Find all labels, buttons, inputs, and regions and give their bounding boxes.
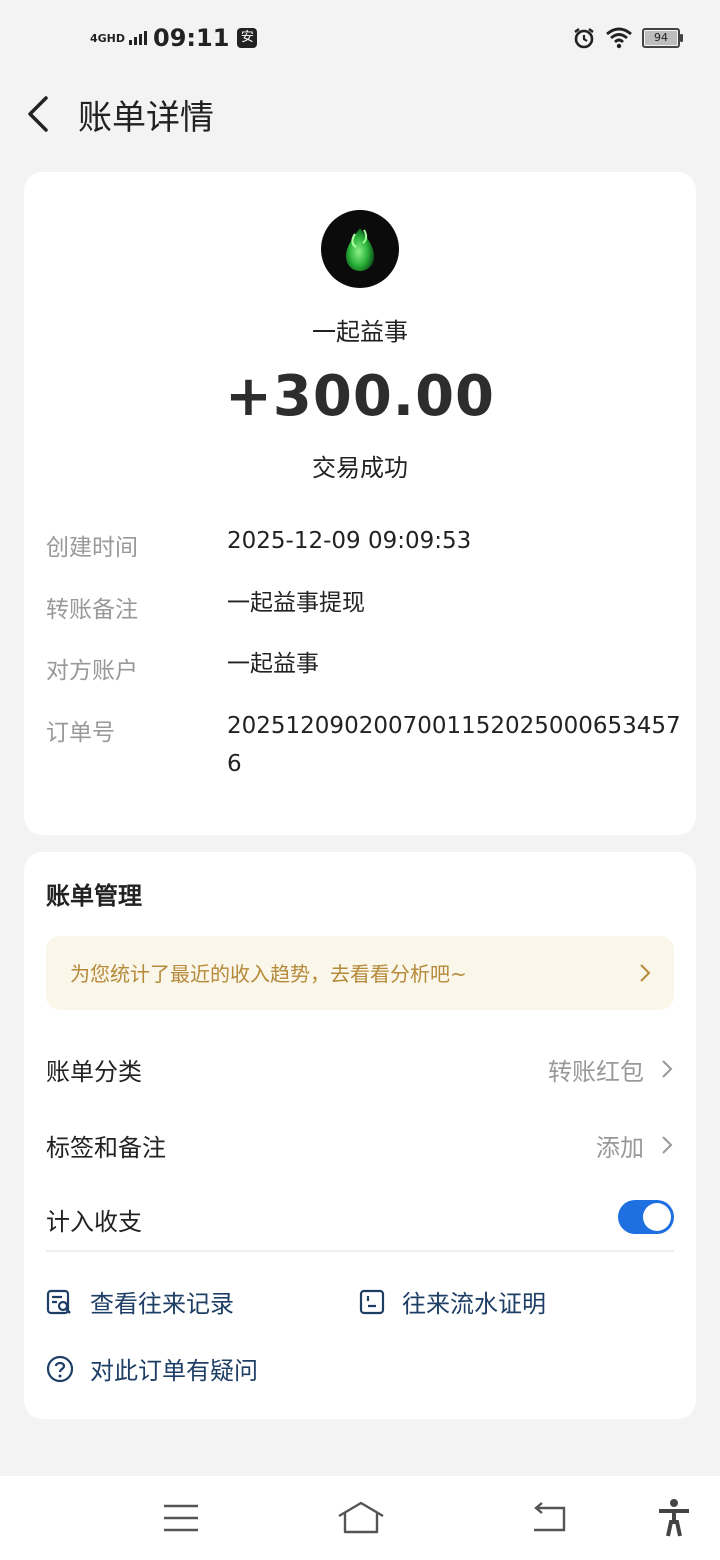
transaction-card: 一起益事 +300.00 交易成功 创建时间 2025-12-09 09:09:…	[24, 172, 696, 835]
battery-level: 94	[654, 31, 668, 44]
status-bar: 4GHD 09:11 安 94	[0, 0, 720, 80]
app-notification-icon: 安	[237, 28, 258, 48]
alarm-icon	[574, 28, 594, 49]
back-arrow-icon	[28, 96, 48, 132]
order-question-link[interactable]: 对此订单有疑问	[46, 1351, 258, 1386]
back-button[interactable]	[22, 92, 62, 136]
header: 账单详情	[0, 80, 720, 150]
document-icon	[359, 1289, 385, 1314]
statement-proof-link[interactable]: 往来流水证明	[358, 1284, 546, 1319]
transaction-status: 交易成功	[312, 454, 408, 482]
transaction-amount: +300.00	[224, 364, 496, 429]
return-icon	[534, 1502, 566, 1532]
income-trend-tip[interactable]: 为您统计了最近的收入趋势，去看看分析吧~	[46, 936, 674, 1010]
accessibility-button[interactable]	[656, 1498, 692, 1542]
tags-remarks-row[interactable]: 标签和备注 添加	[46, 1120, 674, 1170]
detail-label: 订单号	[46, 720, 115, 746]
bill-category-row[interactable]: 账单分类 转账红包	[46, 1044, 674, 1094]
detail-value: 一起益事	[227, 651, 319, 677]
merchant-logo-icon	[346, 228, 374, 271]
network-type: 4GHD	[90, 31, 126, 45]
chevron-right-icon	[662, 1136, 673, 1154]
include-in-balance-toggle[interactable]	[618, 1200, 674, 1234]
system-nav-bar	[0, 1476, 720, 1560]
tip-text: 为您统计了最近的收入趋势，去看看分析吧~	[70, 962, 467, 986]
menu-button[interactable]	[162, 1500, 200, 1540]
status-time: 09:11	[153, 24, 230, 52]
status-right: 94	[572, 26, 683, 50]
home-button[interactable]	[336, 1500, 386, 1540]
wifi-icon	[606, 27, 632, 49]
tags-remarks-label: 标签和备注	[46, 1134, 166, 1162]
chevron-right-icon	[662, 1060, 673, 1078]
bill-category-value: 转账红包	[548, 1058, 644, 1086]
tags-remarks-value: 添加	[596, 1134, 644, 1162]
bill-management-card: 账单管理 为您统计了最近的收入趋势，去看看分析吧~ 账单分类 转账红包 标签和备…	[24, 852, 696, 1419]
detail-label: 转账备注	[46, 597, 138, 623]
record-search-icon	[46, 1289, 71, 1314]
view-history-label: 查看往来记录	[90, 1290, 234, 1318]
order-question-label: 对此订单有疑问	[90, 1357, 258, 1385]
merchant-avatar	[321, 210, 399, 288]
battery-icon: 94	[642, 28, 683, 48]
statement-proof-label: 往来流水证明	[402, 1290, 546, 1318]
chevron-right-icon	[640, 964, 651, 982]
bill-category-label: 账单分类	[46, 1058, 142, 1086]
detail-value: 一起益事提现	[227, 590, 365, 616]
detail-label: 创建时间	[46, 535, 138, 561]
order-number-value: 20251209020070011520250006534576	[227, 713, 681, 777]
accessibility-icon	[659, 1499, 689, 1537]
divider	[46, 1250, 674, 1252]
section-title: 账单管理	[46, 882, 142, 910]
merchant-name: 一起益事	[312, 318, 408, 346]
status-left: 4GHD 09:11 安	[90, 24, 258, 52]
include-in-balance-row: 计入收支	[46, 1194, 674, 1244]
include-in-balance-label: 计入收支	[46, 1208, 142, 1236]
menu-icon	[164, 1504, 198, 1532]
home-icon	[338, 1501, 384, 1534]
toggle-knob	[643, 1203, 671, 1231]
detail-label: 对方账户	[46, 658, 138, 684]
question-icon	[46, 1355, 74, 1382]
view-history-link[interactable]: 查看往来记录	[46, 1284, 234, 1319]
signal-icon	[129, 31, 148, 45]
detail-value: 2025-12-09 09:09:53	[227, 528, 472, 554]
back-nav-button[interactable]	[528, 1500, 568, 1540]
page-title: 账单详情	[78, 98, 214, 138]
